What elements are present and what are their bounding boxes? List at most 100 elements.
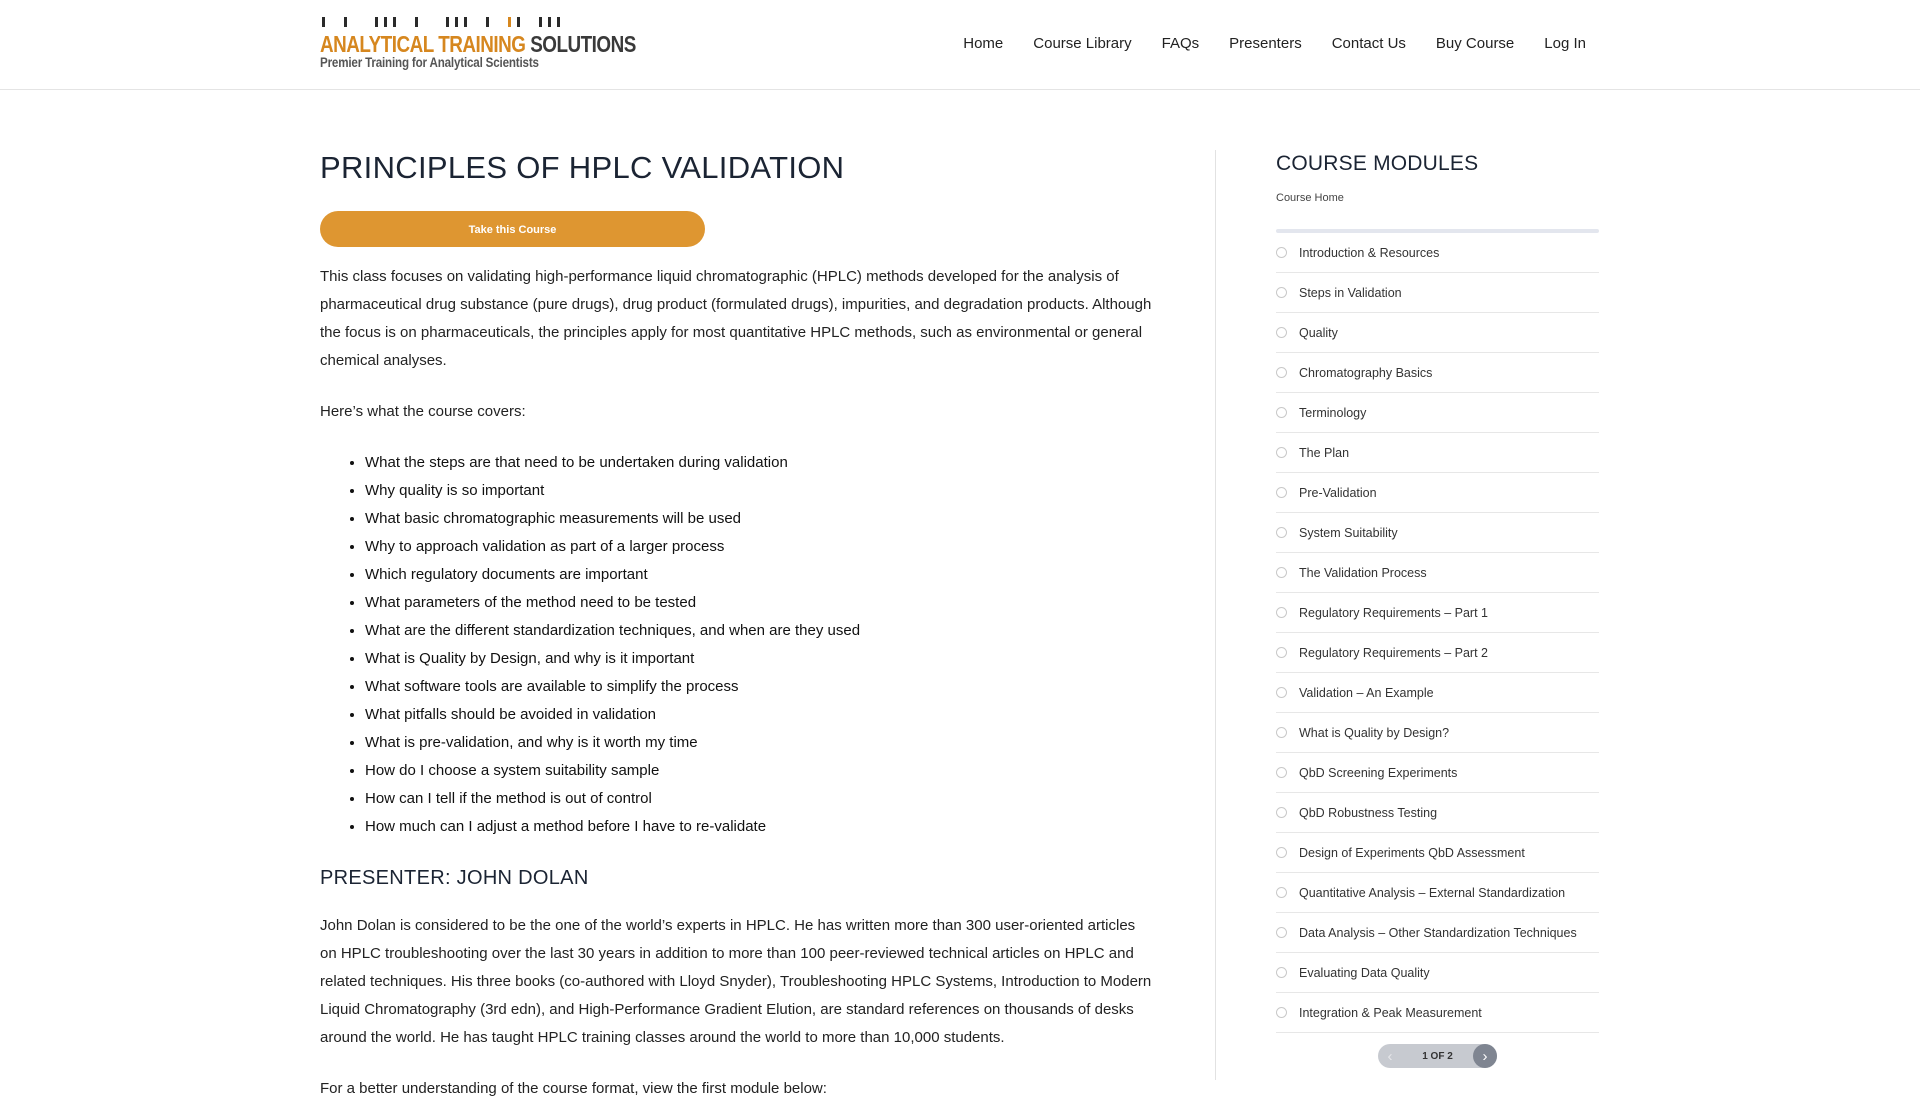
incomplete-circle-icon	[1276, 807, 1287, 818]
nav-log-in[interactable]: Log In	[1544, 35, 1586, 52]
incomplete-circle-icon	[1276, 727, 1287, 738]
module-label: Chromatography Basics	[1299, 365, 1433, 380]
module-item[interactable]: Steps in Validation	[1276, 273, 1599, 313]
incomplete-circle-icon	[1276, 967, 1287, 978]
module-item[interactable]: Chromatography Basics	[1276, 353, 1599, 393]
module-label: Validation – An Example	[1299, 685, 1434, 700]
list-item: What the steps are that need to be under…	[365, 449, 1152, 477]
module-item[interactable]: Regulatory Requirements – Part 1	[1276, 593, 1599, 633]
module-list: Introduction & Resources Steps in Valida…	[1276, 233, 1599, 1033]
incomplete-circle-icon	[1276, 887, 1287, 898]
incomplete-circle-icon	[1276, 647, 1287, 658]
module-label: The Validation Process	[1299, 565, 1427, 580]
module-label: Terminology	[1299, 405, 1367, 420]
module-item[interactable]: The Plan	[1276, 433, 1599, 473]
module-item[interactable]: Pre-Validation	[1276, 473, 1599, 513]
column-divider	[1215, 150, 1216, 1080]
course-modules-sidebar: COURSE MODULES Course Home Introduction …	[1276, 150, 1599, 1033]
nav-presenters[interactable]: Presenters	[1229, 35, 1302, 52]
module-label: Data Analysis – Other Standardization Te…	[1299, 925, 1577, 940]
nav-faqs[interactable]: FAQs	[1162, 35, 1200, 52]
module-item[interactable]: QbD Robustness Testing	[1276, 793, 1599, 833]
list-item: How much can I adjust a method before I …	[365, 813, 1152, 841]
chevron-left-icon[interactable]: ‹	[1378, 1044, 1402, 1068]
module-item[interactable]: What is Quality by Design?	[1276, 713, 1599, 753]
module-item[interactable]: System Suitability	[1276, 513, 1599, 553]
list-item: How can I tell if the method is out of c…	[365, 785, 1152, 813]
incomplete-circle-icon	[1276, 487, 1287, 498]
list-item: Why quality is so important	[365, 477, 1152, 505]
module-item[interactable]: Quality	[1276, 313, 1599, 353]
module-label: Introduction & Resources	[1299, 245, 1440, 260]
logo-wordmark: ANALYTICAL TRAINING SOLUTIONS	[320, 31, 636, 58]
module-label: Regulatory Requirements – Part 1	[1299, 605, 1488, 620]
module-label: The Plan	[1299, 445, 1350, 460]
sidebar-title: COURSE MODULES	[1276, 152, 1479, 175]
list-item: What parameters of the method need to be…	[365, 589, 1152, 617]
incomplete-circle-icon	[1276, 567, 1287, 578]
module-item[interactable]: Quantitative Analysis – External Standar…	[1276, 873, 1599, 913]
presenter-bio: John Dolan is considered to be the one o…	[320, 917, 1152, 1046]
take-course-button[interactable]: Take this Course	[320, 211, 705, 247]
incomplete-circle-icon	[1276, 767, 1287, 778]
pager-label: 1 OF 2	[1422, 1050, 1453, 1062]
incomplete-circle-icon	[1276, 247, 1287, 258]
module-item[interactable]: Terminology	[1276, 393, 1599, 433]
module-label: QbD Screening Experiments	[1299, 765, 1458, 780]
list-item: Why to approach validation as part of a …	[365, 533, 1152, 561]
list-item: What is pre-validation, and why is it wo…	[365, 729, 1152, 757]
course-content: PRINCIPLES OF HPLC VALIDATION Take this …	[320, 150, 1152, 1103]
logo-wordmark-main: SOLUTIONS	[530, 31, 636, 57]
module-label: Regulatory Requirements – Part 2	[1299, 645, 1488, 660]
incomplete-circle-icon	[1276, 1007, 1287, 1018]
list-item: Which regulatory documents are important	[365, 561, 1152, 589]
course-home-link[interactable]: Course Home	[1276, 192, 1599, 204]
incomplete-circle-icon	[1276, 447, 1287, 458]
list-item: What software tools are available to sim…	[365, 673, 1152, 701]
logo-tick-marks	[322, 17, 572, 27]
module-label: Steps in Validation	[1299, 285, 1402, 300]
nav-buy-course[interactable]: Buy Course	[1436, 35, 1514, 52]
incomplete-circle-icon	[1276, 367, 1287, 378]
module-label: Pre-Validation	[1299, 485, 1377, 500]
module-label: QbD Robustness Testing	[1299, 805, 1438, 820]
module-item[interactable]: Introduction & Resources	[1276, 233, 1599, 273]
module-item[interactable]: Data Analysis – Other Standardization Te…	[1276, 913, 1599, 953]
site-logo[interactable]: ANALYTICAL TRAINING SOLUTIONS Premier Tr…	[320, 17, 636, 73]
module-item[interactable]: Validation – An Example	[1276, 673, 1599, 713]
module-item[interactable]: Integration & Peak Measurement	[1276, 993, 1599, 1033]
first-module-note: For a better understanding of the course…	[320, 1080, 827, 1097]
incomplete-circle-icon	[1276, 287, 1287, 298]
module-label: What is Quality by Design?	[1299, 725, 1450, 740]
site-header: ANALYTICAL TRAINING SOLUTIONS Premier Tr…	[0, 0, 1920, 90]
chevron-right-icon[interactable]: ›	[1472, 1044, 1497, 1068]
list-item: What pitfalls should be avoided in valid…	[365, 701, 1152, 729]
incomplete-circle-icon	[1276, 407, 1287, 418]
list-item: What are the different standardization t…	[365, 617, 1152, 645]
incomplete-circle-icon	[1276, 687, 1287, 698]
list-item: What is Quality by Design, and why is it…	[365, 645, 1152, 673]
nav-course-library[interactable]: Course Library	[1033, 35, 1131, 52]
main-nav: Home Course Library FAQs Presenters Cont…	[963, 35, 1586, 52]
incomplete-circle-icon	[1276, 847, 1287, 858]
incomplete-circle-icon	[1276, 527, 1287, 538]
module-label: Quality	[1299, 325, 1338, 340]
module-item[interactable]: Evaluating Data Quality	[1276, 953, 1599, 993]
module-label: Evaluating Data Quality	[1299, 965, 1430, 980]
module-pager: ‹ 1 OF 2 ›	[1378, 1044, 1497, 1068]
logo-tagline: Premier Training for Analytical Scientis…	[320, 55, 539, 70]
module-item[interactable]: QbD Screening Experiments	[1276, 753, 1599, 793]
incomplete-circle-icon	[1276, 607, 1287, 618]
nav-contact-us[interactable]: Contact Us	[1332, 35, 1406, 52]
module-item[interactable]: The Validation Process	[1276, 553, 1599, 593]
module-label: Integration & Peak Measurement	[1299, 1005, 1482, 1020]
incomplete-circle-icon	[1276, 927, 1287, 938]
module-item[interactable]: Design of Experiments QbD Assessment	[1276, 833, 1599, 873]
module-label: System Suitability	[1299, 525, 1398, 540]
module-item[interactable]: Regulatory Requirements – Part 2	[1276, 633, 1599, 673]
page-title: PRINCIPLES OF HPLC VALIDATION	[320, 150, 845, 185]
covers-heading: Here’s what the course covers:	[320, 403, 526, 420]
logo-wordmark-accent: ANALYTICAL TRAINING	[320, 31, 526, 57]
nav-home[interactable]: Home	[963, 35, 1003, 52]
topics-list: What the steps are that need to be under…	[320, 449, 1152, 841]
